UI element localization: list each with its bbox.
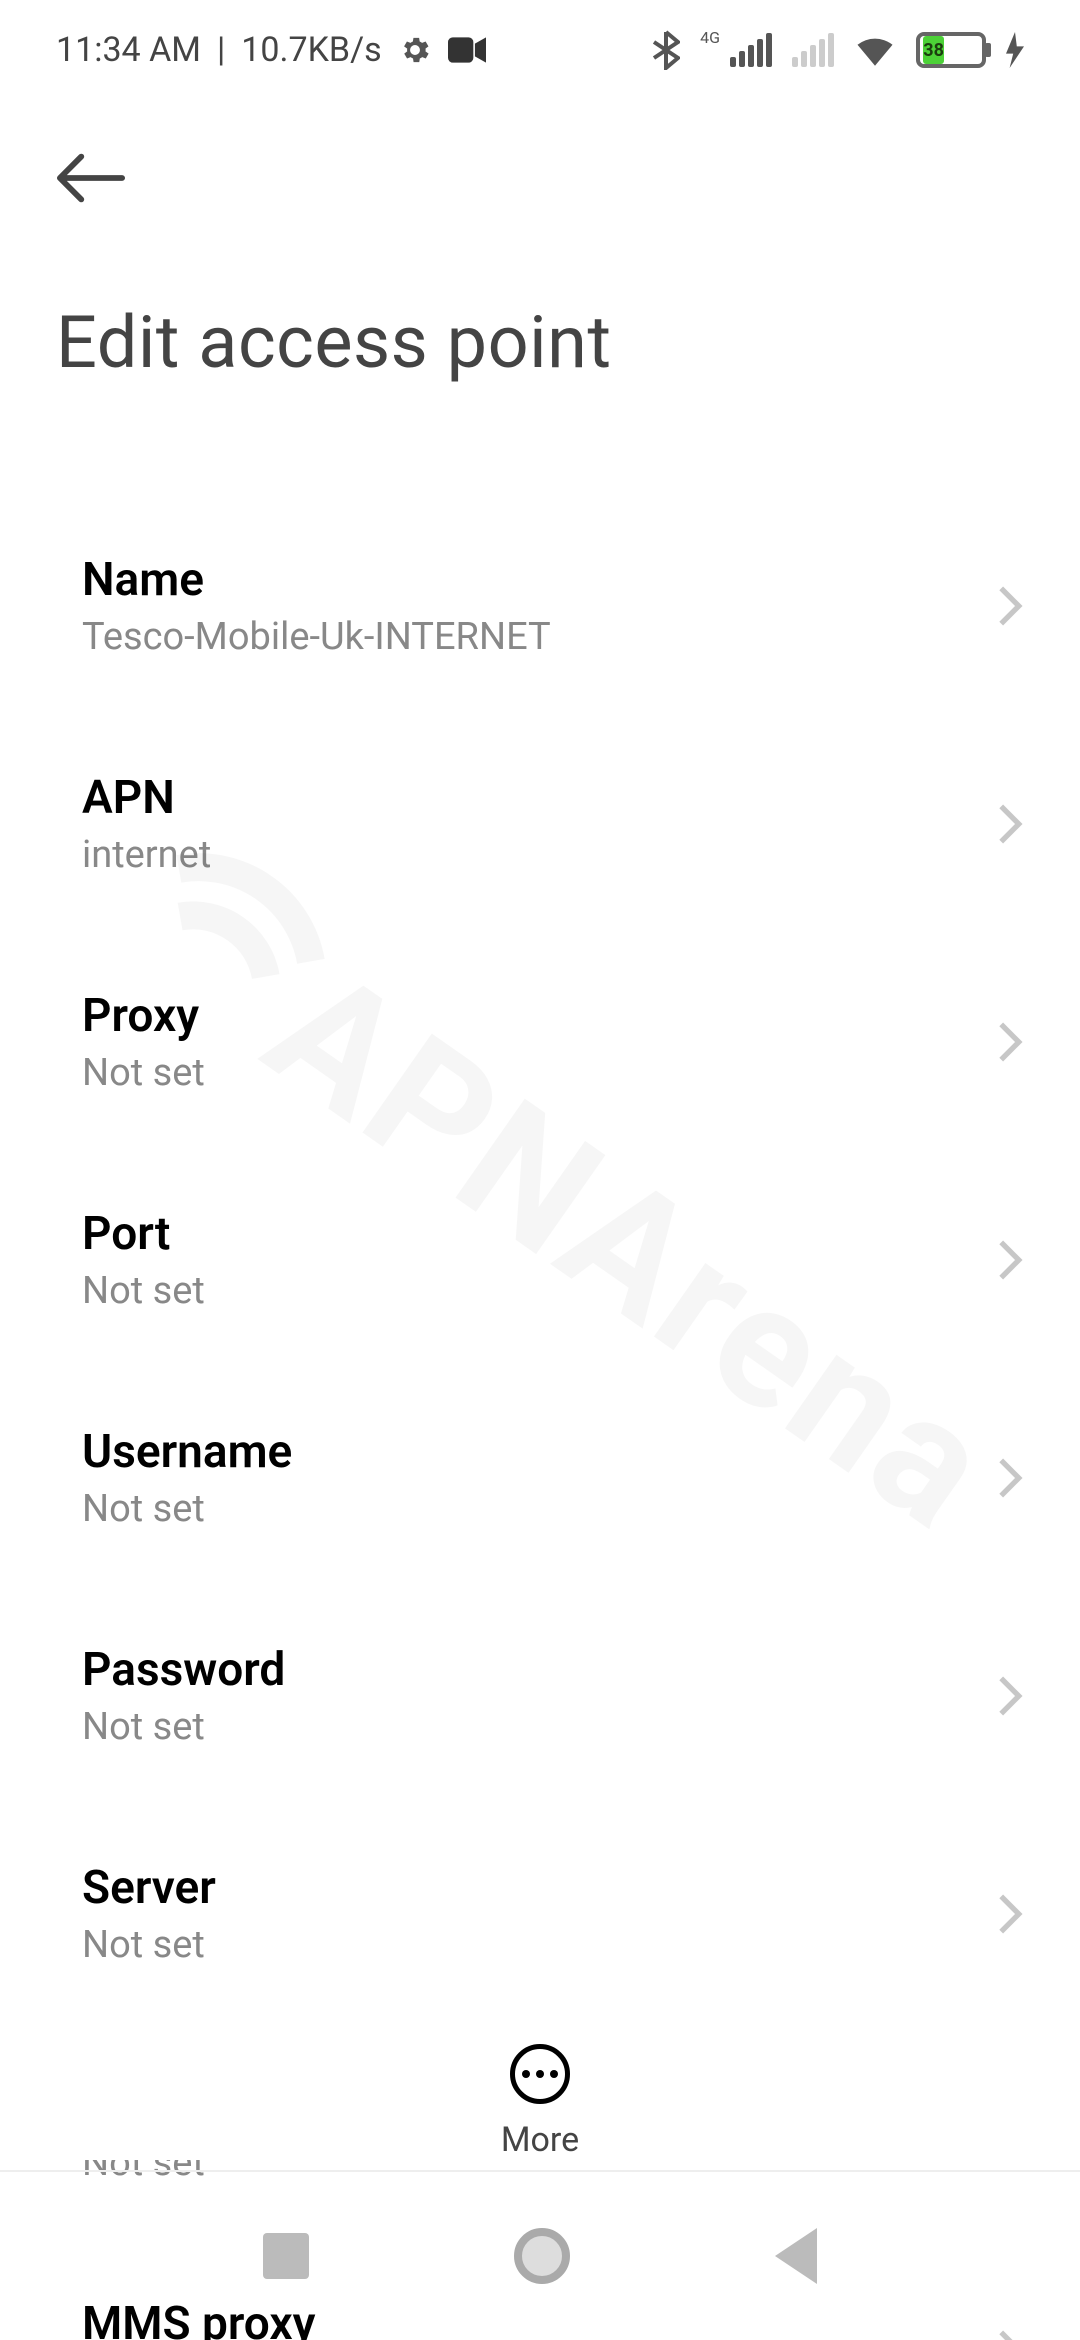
setting-row-port[interactable]: Port Not set xyxy=(0,1159,1080,1377)
wifi-icon xyxy=(854,33,896,67)
row-label: APN xyxy=(82,771,211,825)
bluetooth-icon xyxy=(652,30,680,70)
setting-row-proxy[interactable]: Proxy Not set xyxy=(0,941,1080,1159)
gear-icon xyxy=(398,33,432,67)
row-label: Username xyxy=(82,1425,292,1479)
status-separator: | xyxy=(217,30,225,70)
status-time: 11:34 AM xyxy=(56,30,201,70)
row-label: Name xyxy=(82,553,551,607)
battery-icon: 38 xyxy=(916,32,986,68)
page-header: Edit access point xyxy=(0,100,1080,385)
setting-row-name[interactable]: Name Tesco-Mobile-Uk-INTERNET xyxy=(0,505,1080,723)
signal-sim2-icon xyxy=(792,33,834,67)
row-value: Tesco-Mobile-Uk-INTERNET xyxy=(82,615,551,659)
more-action[interactable]: More xyxy=(0,2020,1080,2160)
more-icon xyxy=(510,2044,570,2104)
chevron-right-icon xyxy=(996,1674,1024,1718)
chevron-right-icon xyxy=(996,1892,1024,1936)
chevron-right-icon xyxy=(996,1456,1024,1500)
row-value: Not set xyxy=(82,1269,205,1313)
more-label: More xyxy=(501,2120,579,2160)
setting-row-username[interactable]: Username Not set xyxy=(0,1377,1080,1595)
chevron-right-icon xyxy=(996,584,1024,628)
status-bar: 11:34 AM | 10.7KB/s 4G 38 xyxy=(0,0,1080,100)
row-value: internet xyxy=(82,833,211,877)
row-value: Not set xyxy=(82,1051,205,1095)
status-right: 4G 38 xyxy=(652,28,1024,73)
video-icon xyxy=(448,36,486,64)
chevron-right-icon xyxy=(996,802,1024,846)
row-value: Not set xyxy=(82,1487,292,1531)
chevron-right-icon xyxy=(996,1020,1024,1064)
system-nav-bar xyxy=(0,2170,1080,2340)
nav-recent-button[interactable] xyxy=(263,2233,309,2279)
row-label: Port xyxy=(82,1207,205,1261)
signal-sim1-icon xyxy=(730,33,772,67)
arrow-left-icon xyxy=(56,153,126,207)
back-button[interactable] xyxy=(56,140,136,220)
setting-row-server[interactable]: Server Not set xyxy=(0,1813,1080,2031)
nav-back-button[interactable] xyxy=(775,2228,817,2284)
row-value: Not set xyxy=(82,1923,216,1967)
row-label: Proxy xyxy=(82,989,205,1043)
page-title: Edit access point xyxy=(56,300,1024,385)
network-type-label: 4G xyxy=(700,28,720,47)
row-label: Server xyxy=(82,1861,216,1915)
row-value: Not set xyxy=(82,1705,285,1749)
status-net-speed: 10.7KB/s xyxy=(241,30,381,70)
chevron-right-icon xyxy=(996,1238,1024,1282)
charging-icon xyxy=(1006,32,1024,68)
setting-row-apn[interactable]: APN internet xyxy=(0,723,1080,941)
status-left: 11:34 AM | 10.7KB/s xyxy=(56,30,486,70)
setting-row-password[interactable]: Password Not set xyxy=(0,1595,1080,1813)
nav-home-button[interactable] xyxy=(514,2228,570,2284)
row-label: Password xyxy=(82,1643,285,1697)
battery-percent: 38 xyxy=(923,36,944,64)
